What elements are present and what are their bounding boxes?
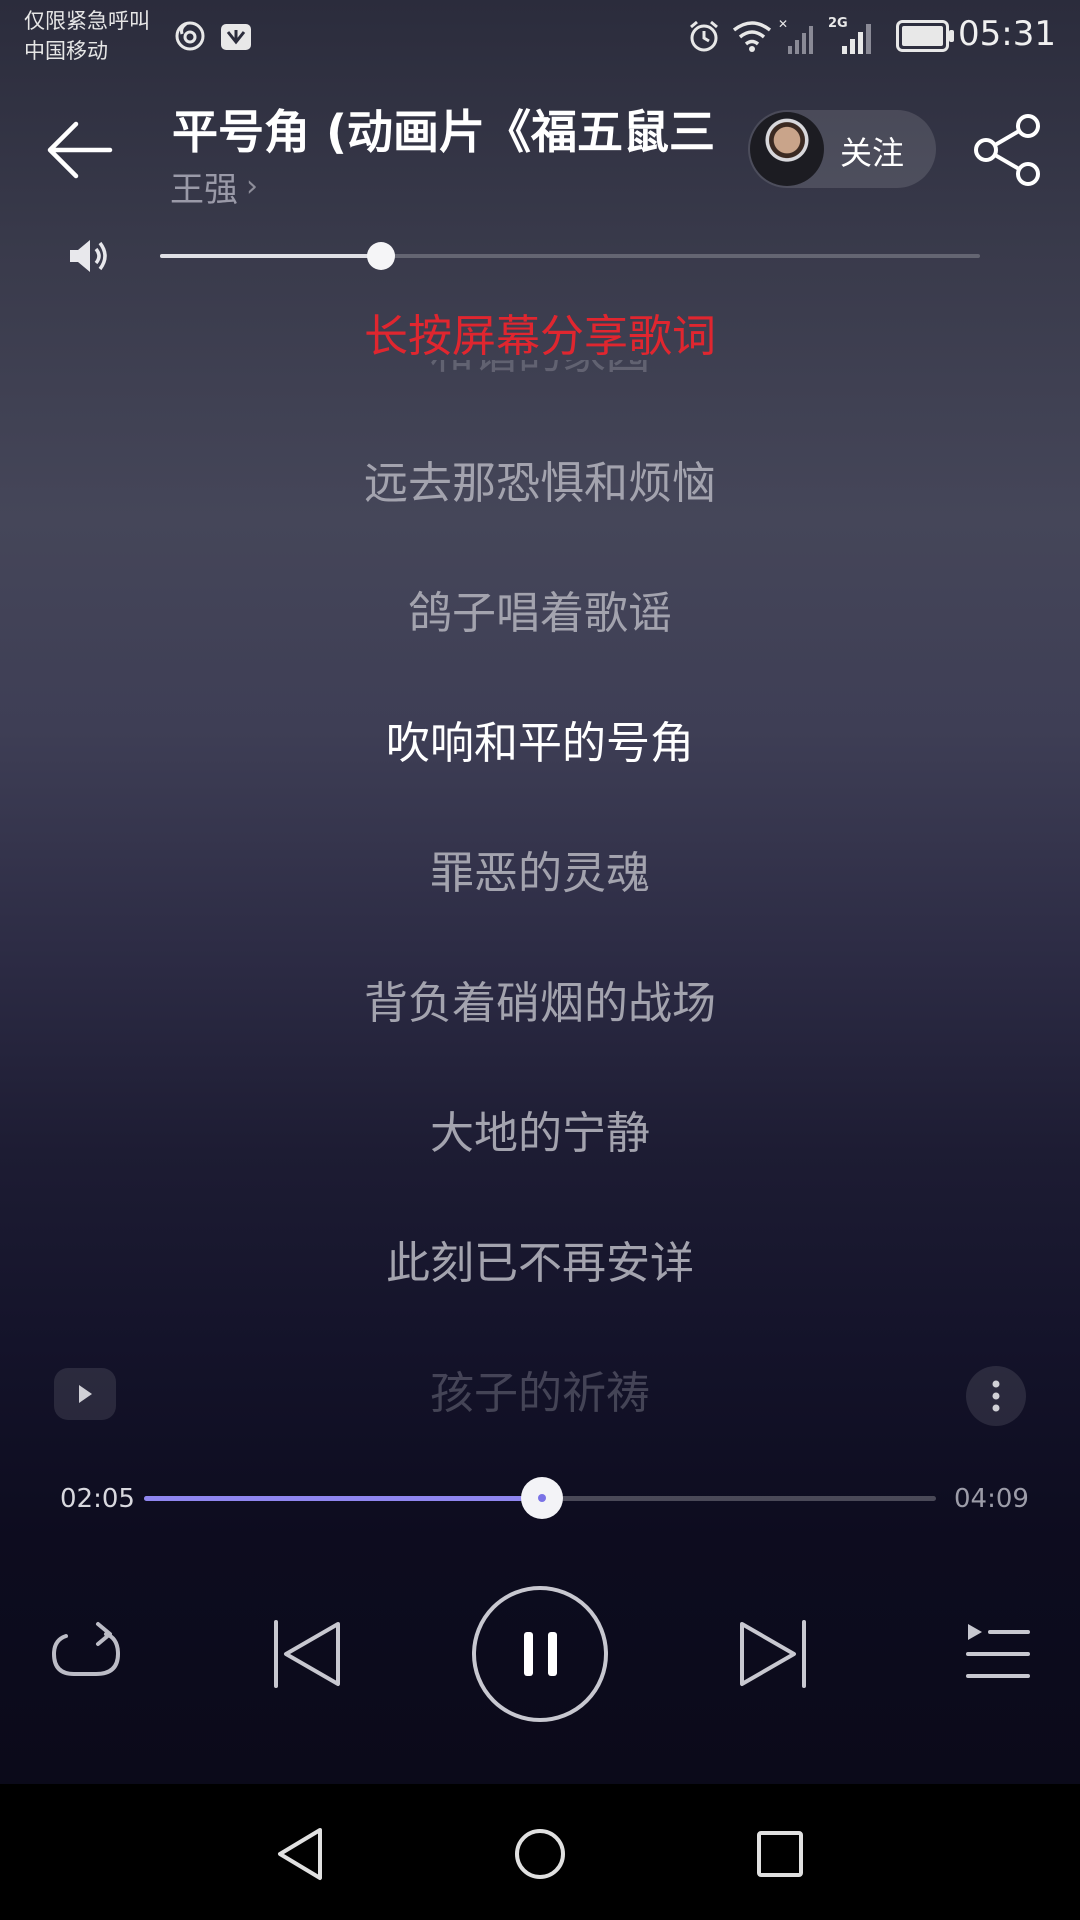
previous-track-icon[interactable] — [266, 1612, 350, 1696]
back-arrow-icon[interactable] — [40, 110, 120, 190]
lyric-line: 此刻已不再安详 — [386, 1238, 694, 1289]
alarm-icon — [690, 20, 718, 52]
artist-link[interactable]: 王强 › — [170, 162, 258, 211]
carrier-line-operator: 中国移动 — [24, 39, 108, 63]
more-vertical-icon — [992, 1380, 1000, 1412]
progress-fill — [144, 1496, 542, 1501]
netease-music-icon — [175, 21, 205, 51]
progress-slider[interactable] — [144, 1477, 936, 1519]
lyric-line-current: 吹响和平的号角 — [386, 718, 694, 769]
chevron-right-icon: › — [246, 169, 258, 204]
playlist-icon[interactable] — [952, 1616, 1036, 1690]
song-title-container: 平号角 (动画片《福五鼠三 — [172, 96, 740, 162]
repeat-icon[interactable] — [44, 1616, 128, 1690]
lyric-line: 背负着硝烟的战场 — [364, 978, 716, 1029]
carrier-line-emergency: 仅限紧急呼叫 — [24, 9, 150, 33]
wifi-icon — [732, 21, 772, 52]
lyric-line: 大地的宁静 — [430, 1108, 650, 1159]
follow-button[interactable]: 关注 — [748, 110, 936, 188]
lyric-line: 和谐的家园 — [0, 360, 1080, 384]
lyrics-view[interactable]: 和谐的家园远去那恐惧和烦恼鸽子唱着歌谣吹响和平的号角罪恶的灵魂背负着硝烟的战场大… — [0, 360, 1080, 1440]
song-title: 平号角 (动画片《福五鼠三 — [172, 105, 716, 159]
battery-icon — [896, 20, 954, 52]
nav-home-icon[interactable] — [500, 1814, 580, 1894]
system-nav-bar — [0, 1784, 1080, 1920]
volume-fill — [160, 254, 382, 258]
share-icon[interactable] — [970, 112, 1046, 188]
nav-recents-icon[interactable] — [740, 1814, 820, 1894]
lyric-line: 罪恶的灵魂 — [430, 848, 650, 899]
clock: 05:31 — [958, 14, 1056, 54]
next-track-icon[interactable] — [730, 1612, 814, 1696]
total-time: 04:09 — [954, 1484, 1029, 1514]
huawei-app-icon — [221, 24, 251, 50]
signal-disabled-icon: ✕ — [778, 18, 813, 54]
status-bar: 仅限紧急呼叫 中国移动 ✕ 2G 05:31 — [0, 0, 1080, 80]
play-small-icon — [79, 1385, 92, 1403]
mv-play-button[interactable] — [54, 1368, 116, 1420]
signal-icon — [842, 24, 871, 54]
follow-label: 关注 — [840, 134, 905, 172]
current-time: 02:05 — [60, 1484, 135, 1514]
lyric-line: 远去那恐惧和烦恼 — [364, 458, 716, 509]
lyrics-share-hint: 长按屏幕分享歌词 — [364, 311, 716, 362]
artist-name: 王强 — [170, 170, 238, 210]
progress-knob[interactable] — [520, 1477, 563, 1519]
volume-knob[interactable] — [367, 242, 396, 270]
volume-icon[interactable] — [64, 232, 112, 280]
lyric-line: 鸽子唱着歌谣 — [408, 588, 672, 639]
lyric-line: 孩子的祈祷 — [430, 1368, 650, 1419]
pause-button[interactable] — [470, 1584, 610, 1724]
more-options-button[interactable] — [966, 1366, 1026, 1426]
carrier-text: 仅限紧急呼叫 中国移动 — [24, 6, 150, 66]
artist-avatar — [750, 112, 824, 186]
volume-slider[interactable] — [160, 242, 980, 270]
nav-back-icon[interactable] — [260, 1814, 340, 1894]
svg-text:✕: ✕ — [778, 18, 788, 31]
